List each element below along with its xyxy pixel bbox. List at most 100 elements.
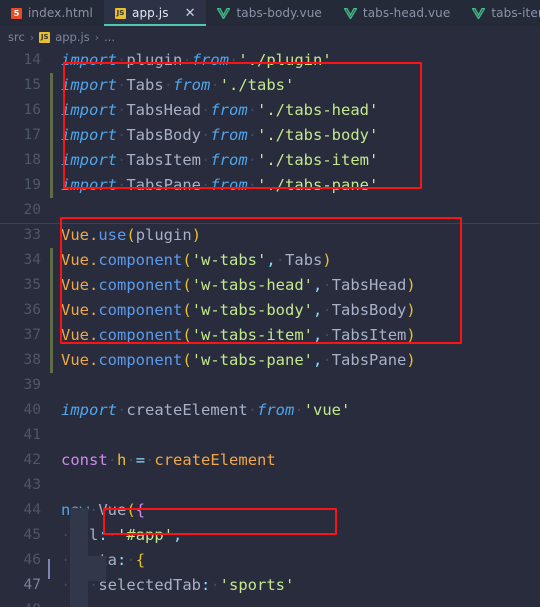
- code-token: new: [61, 501, 89, 519]
- line-number: 15: [23, 77, 41, 93]
- code-token: (: [182, 251, 192, 269]
- editor-tab-label: tabs-head.vue: [362, 6, 451, 20]
- vscode-editor-window: 5 index.html JS app.js ✕ tabs-body.vue tabs-he…: [0, 0, 540, 607]
- code-token: './tabs': [219, 76, 295, 94]
- code-token: TabsPane: [126, 176, 201, 194]
- code-line[interactable]: 15 import·Tabs·from·'./tabs': [0, 73, 540, 98]
- code-token: ·: [210, 576, 220, 594]
- code-token: ·: [126, 551, 136, 569]
- code-line-text: import·createElement·from·'vue': [53, 398, 540, 423]
- editor-tab-tabs-body-vue[interactable]: tabs-body.vue: [206, 0, 332, 26]
- breadcrumb-item-2[interactable]: ...: [104, 30, 115, 44]
- code-line[interactable]: 36 Vue.component('w-tabs-body',·TabsBody): [0, 298, 540, 323]
- code-line[interactable]: 45 ··el:·'#app',: [0, 523, 540, 548]
- javascript-file-icon: JS: [114, 7, 126, 19]
- code-token: :: [117, 551, 127, 569]
- editor-tab-tabs-head-vue[interactable]: tabs-head.vue: [333, 0, 461, 26]
- code-token: TabsHead: [126, 101, 201, 119]
- vue-file-icon: [217, 7, 231, 19]
- line-number: 39: [23, 377, 41, 393]
- code-line[interactable]: 40 import·createElement·from·'vue': [0, 398, 540, 423]
- editor-tab-tabs-item-vue[interactable]: tabs-item.vue: [461, 0, 540, 26]
- code-line[interactable]: 20: [0, 198, 540, 223]
- line-number: 42: [23, 452, 41, 468]
- code-line[interactable]: 46 ··data:·{: [0, 548, 540, 573]
- code-line-text: Vue.component('w-tabs-head',·TabsHead): [53, 273, 540, 298]
- code-token: Vue: [61, 226, 89, 244]
- code-token: component: [98, 276, 183, 294]
- code-token: Vue: [61, 276, 89, 294]
- line-number: 47: [23, 577, 41, 593]
- code-token: .: [89, 251, 99, 269]
- code-line[interactable]: 48 ··},: [0, 598, 540, 607]
- editor-tab-label: app.js: [131, 6, 169, 20]
- code-token: ,: [266, 251, 276, 269]
- code-line[interactable]: 37 Vue.component('w-tabs-item',·TabsItem): [0, 323, 540, 348]
- editor-tab-app-js[interactable]: JS app.js ✕: [103, 0, 207, 26]
- code-line[interactable]: 19 import·TabsPane·from·'./tabs-pane': [0, 173, 540, 198]
- code-line-text: [53, 423, 540, 448]
- breadcrumb-item-1[interactable]: app.js: [55, 30, 90, 44]
- code-line-text: ··data:·{: [53, 548, 540, 573]
- line-number: 35: [23, 277, 41, 293]
- code-line[interactable]: 44 new·Vue({: [0, 498, 540, 523]
- code-token: ·: [201, 126, 211, 144]
- code-token: use: [98, 226, 127, 244]
- code-token: ·: [107, 451, 118, 469]
- code-line[interactable]: 39: [0, 373, 540, 398]
- code-token: import: [61, 126, 117, 144]
- code-token: ,: [313, 276, 323, 294]
- code-token: ,: [313, 301, 323, 319]
- code-token: ·: [117, 126, 127, 144]
- code-line[interactable]: 33 Vue.use(plugin): [0, 223, 540, 248]
- code-token: TabsItem: [126, 151, 201, 169]
- editor-tab-label: index.html: [28, 6, 93, 20]
- code-line[interactable]: 43: [0, 473, 540, 498]
- code-line[interactable]: 16 import·TabsHead·from·'./tabs-head': [0, 98, 540, 123]
- code-token: TabsPane: [331, 351, 407, 369]
- editor-tab-index-html[interactable]: 5 index.html: [0, 0, 104, 26]
- line-number: 43: [23, 477, 41, 493]
- code-line[interactable]: 41: [0, 423, 540, 448]
- code-token: TabsBody: [126, 126, 201, 144]
- code-token: ·: [107, 526, 118, 544]
- close-icon[interactable]: ✕: [185, 7, 196, 20]
- code-line[interactable]: 34 Vue.component('w-tabs',·Tabs): [0, 248, 540, 273]
- code-line[interactable]: 47 ····selectedTab:·'sports': [0, 573, 540, 598]
- code-token: ·: [117, 176, 127, 194]
- code-token: 'vue': [303, 401, 351, 419]
- breadcrumb-item-0[interactable]: src: [8, 30, 25, 44]
- code-token: ): [406, 301, 416, 319]
- code-token: ·: [89, 501, 99, 519]
- code-editor-area[interactable]: 14 import·plugin·from·'./plugin' 15 import·…: [0, 48, 540, 607]
- code-line[interactable]: 42 const·h·=·createElement: [0, 448, 540, 473]
- code-line-text: Vue.component('w-tabs',·Tabs): [53, 248, 540, 273]
- code-token: ·: [201, 176, 211, 194]
- code-line[interactable]: 18 import·TabsItem·from·'./tabs-item': [0, 148, 540, 173]
- code-line-text: import·TabsBody·from·'./tabs-body': [53, 123, 540, 148]
- code-line-text: Vue.use(plugin): [53, 223, 540, 248]
- line-number: 38: [23, 352, 41, 368]
- line-number: 37: [23, 327, 41, 343]
- line-number: 40: [23, 402, 41, 418]
- code-token: h: [117, 451, 127, 469]
- code-token: ): [406, 351, 416, 369]
- code-line-text: import·TabsItem·from·'./tabs-item': [53, 148, 540, 173]
- code-token: ): [191, 226, 202, 244]
- code-token: ··: [61, 601, 80, 607]
- code-token: selectedTab: [98, 576, 201, 594]
- code-token: ·: [294, 401, 304, 419]
- code-line[interactable]: 17 import·TabsBody·from·'./tabs-body': [0, 123, 540, 148]
- code-token: ····: [61, 576, 99, 594]
- code-line[interactable]: 38 Vue.component('w-tabs-pane',·TabsPane): [0, 348, 540, 373]
- code-line[interactable]: 35 Vue.component('w-tabs-head',·TabsHead): [0, 273, 540, 298]
- code-token: createElement: [126, 401, 248, 419]
- code-token: const: [61, 451, 108, 469]
- code-token: .: [89, 351, 99, 369]
- code-token: ··: [61, 526, 80, 544]
- code-token: ·: [117, 151, 127, 169]
- code-token: ·: [117, 51, 127, 69]
- code-line-text: new·Vue({: [53, 498, 540, 523]
- code-token: .: [89, 276, 99, 294]
- code-line[interactable]: 14 import·plugin·from·'./plugin': [0, 48, 540, 73]
